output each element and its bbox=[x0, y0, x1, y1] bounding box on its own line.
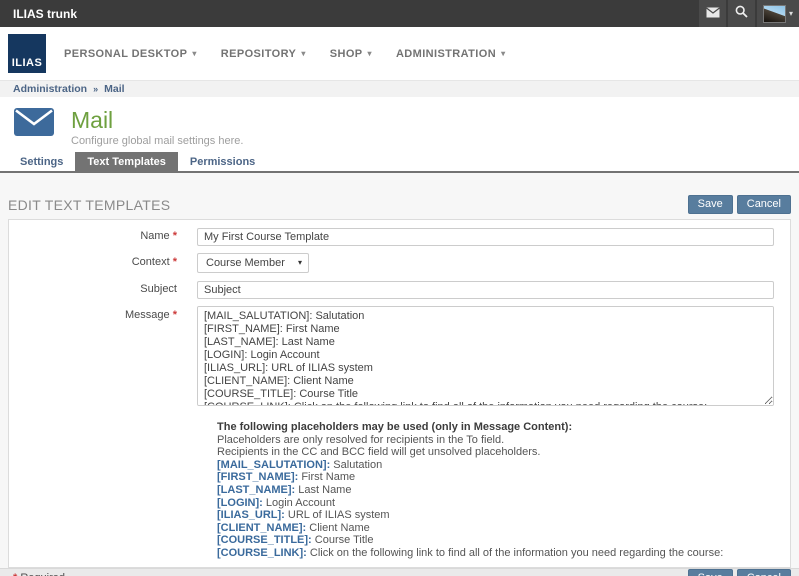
section-header: EDIT TEXT TEMPLATES Save Cancel bbox=[0, 173, 799, 219]
placeholder-line: [LAST_NAME]: Last Name bbox=[217, 484, 774, 497]
chevron-down-icon: ▾ bbox=[501, 49, 505, 58]
tab-text-templates[interactable]: Text Templates bbox=[75, 152, 177, 171]
mail-envelope-icon bbox=[14, 108, 54, 136]
placeholder-key: [COURSE_LINK]: bbox=[217, 547, 307, 559]
user-menu-button[interactable]: ▾ bbox=[757, 0, 799, 27]
user-avatar bbox=[763, 5, 786, 23]
name-label: Name * bbox=[9, 227, 197, 246]
tab-bar: Settings Text Templates Permissions bbox=[0, 152, 799, 173]
main-menu-item[interactable]: REPOSITORY ▾ bbox=[209, 42, 318, 66]
footer-actions: Save Cancel bbox=[688, 569, 791, 576]
placeholder-key: [FIRST_NAME]: bbox=[217, 471, 298, 483]
help-intro: The following placeholders may be used (… bbox=[217, 421, 774, 434]
placeholder-line: [COURSE_LINK]: Click on the following li… bbox=[217, 547, 774, 560]
search-button[interactable] bbox=[728, 0, 755, 27]
placeholder-key: [MAIL_SALUTATION]: bbox=[217, 459, 330, 471]
mail-button[interactable] bbox=[699, 0, 726, 27]
placeholder-line: [LOGIN]: Login Account bbox=[217, 497, 774, 510]
placeholder-key: [ILIAS_URL]: bbox=[217, 509, 285, 521]
section-actions: Save Cancel bbox=[688, 195, 791, 214]
placeholder-help: The following placeholders may be used (… bbox=[217, 421, 774, 560]
placeholder-desc: First Name bbox=[298, 471, 355, 483]
name-input[interactable] bbox=[197, 228, 774, 246]
form-row-name: Name * bbox=[9, 227, 790, 246]
edit-template-form: Name * Context * Course Member ▾ bbox=[8, 219, 791, 568]
breadcrumb-separator: » bbox=[93, 84, 98, 94]
top-bar: ILIAS trunk ▾ bbox=[0, 0, 799, 27]
chevron-down-icon: ▾ bbox=[789, 9, 793, 18]
chevron-down-icon: ▾ bbox=[301, 49, 305, 58]
main-menu-item-label: REPOSITORY bbox=[221, 48, 297, 60]
tab-settings[interactable]: Settings bbox=[8, 152, 75, 171]
page-subtitle: Configure global mail settings here. bbox=[71, 135, 243, 147]
tab-permissions[interactable]: Permissions bbox=[178, 152, 267, 171]
placeholder-line: [MAIL_SALUTATION]: Salutation bbox=[217, 459, 774, 472]
breadcrumb: Administration » Mail bbox=[0, 80, 799, 97]
form-row-message: Message * [MAIL_SALUTATION]: Salutation … bbox=[9, 306, 790, 411]
main-menu-item[interactable]: PERSONAL DESKTOP ▾ bbox=[52, 42, 209, 66]
placeholder-key: [LAST_NAME]: bbox=[217, 484, 295, 496]
main-menu-item-label: ADMINISTRATION bbox=[396, 48, 496, 60]
page-header: Mail Configure global mail settings here… bbox=[0, 97, 799, 152]
form-row-subject: Subject bbox=[9, 280, 790, 299]
placeholder-desc: Client Name bbox=[306, 522, 370, 534]
placeholder-desc: Click on the following link to find all … bbox=[307, 547, 723, 559]
main-navbar: ILIAS PERSONAL DESKTOP ▾ REPOSITORY ▾ SH… bbox=[0, 27, 799, 80]
placeholder-desc: Course Title bbox=[312, 534, 374, 546]
form-row-context: Context * Course Member ▾ bbox=[9, 253, 790, 273]
required-asterisk: * bbox=[173, 309, 177, 321]
placeholder-line: [COURSE_TITLE]: Course Title bbox=[217, 534, 774, 547]
context-select[interactable]: Course Member bbox=[197, 253, 309, 273]
main-menu-item-label: PERSONAL DESKTOP bbox=[64, 48, 187, 60]
required-asterisk: * bbox=[173, 256, 177, 268]
help-note-2: Recipients in the CC and BCC field will … bbox=[217, 446, 774, 459]
placeholder-desc: URL of ILIAS system bbox=[285, 509, 390, 521]
page-title: Mail bbox=[71, 108, 243, 132]
main-menu-item-label: SHOP bbox=[330, 48, 363, 60]
cancel-button[interactable]: Cancel bbox=[737, 195, 791, 214]
placeholder-key: [LOGIN]: bbox=[217, 497, 263, 509]
search-icon bbox=[735, 5, 748, 23]
save-button[interactable]: Save bbox=[688, 569, 733, 576]
placeholder-line: [CLIENT_NAME]: Client Name bbox=[217, 522, 774, 535]
chevron-down-icon: ▾ bbox=[192, 49, 196, 58]
placeholder-line: [ILIAS_URL]: URL of ILIAS system bbox=[217, 509, 774, 522]
footer-bar: * Required Save Cancel bbox=[0, 568, 799, 576]
section-title: EDIT TEXT TEMPLATES bbox=[8, 197, 170, 213]
placeholder-desc: Login Account bbox=[263, 497, 335, 509]
main-menu: PERSONAL DESKTOP ▾ REPOSITORY ▾ SHOP ▾ A… bbox=[52, 42, 517, 66]
main-menu-item[interactable]: SHOP ▾ bbox=[318, 42, 384, 66]
help-note-1: Placeholders are only resolved for recip… bbox=[217, 434, 774, 447]
required-note: * Required bbox=[13, 572, 65, 576]
breadcrumb-link-administration[interactable]: Administration bbox=[13, 83, 87, 95]
subject-label: Subject bbox=[9, 280, 197, 299]
breadcrumb-link-mail[interactable]: Mail bbox=[104, 83, 124, 95]
message-label: Message * bbox=[9, 306, 197, 411]
main-menu-item[interactable]: ADMINISTRATION ▾ bbox=[384, 42, 518, 66]
placeholder-key: [COURSE_TITLE]: bbox=[217, 534, 312, 546]
cancel-button[interactable]: Cancel bbox=[737, 569, 791, 576]
context-label: Context * bbox=[9, 253, 197, 273]
placeholder-desc: Last Name bbox=[295, 484, 351, 496]
message-textarea[interactable]: [MAIL_SALUTATION]: Salutation [FIRST_NAM… bbox=[197, 306, 774, 406]
mail-icon bbox=[706, 5, 720, 23]
chevron-down-icon: ▾ bbox=[368, 49, 372, 58]
topbar-actions: ▾ bbox=[697, 0, 799, 27]
placeholder-line: [FIRST_NAME]: First Name bbox=[217, 471, 774, 484]
ilias-logo[interactable]: ILIAS bbox=[8, 34, 46, 73]
page-header-text: Mail Configure global mail settings here… bbox=[71, 108, 243, 152]
placeholder-list: [MAIL_SALUTATION]: Salutation [FIRST_NAM… bbox=[217, 459, 774, 560]
subject-input[interactable] bbox=[197, 281, 774, 299]
app-title: ILIAS trunk bbox=[13, 7, 77, 21]
required-asterisk: * bbox=[173, 230, 177, 242]
placeholder-key: [CLIENT_NAME]: bbox=[217, 522, 306, 534]
placeholder-desc: Salutation bbox=[330, 459, 382, 471]
save-button[interactable]: Save bbox=[688, 195, 733, 214]
content-area: EDIT TEXT TEMPLATES Save Cancel Name * C… bbox=[0, 173, 799, 576]
